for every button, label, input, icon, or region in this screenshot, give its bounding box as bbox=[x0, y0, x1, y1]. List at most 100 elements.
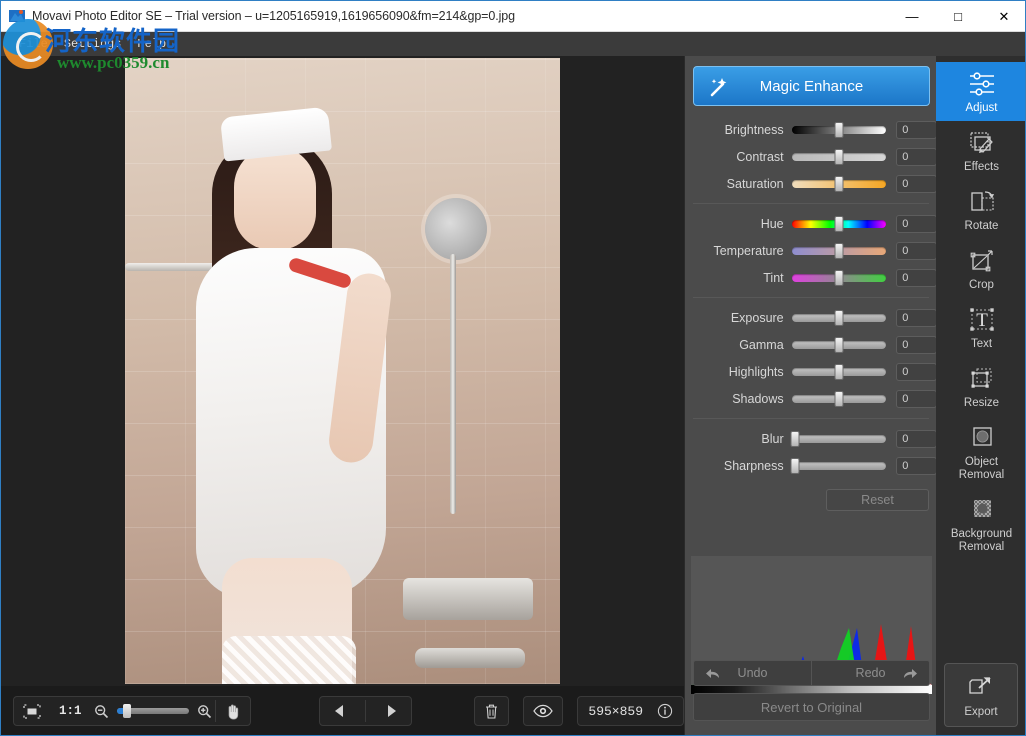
image-canvas[interactable] bbox=[1, 56, 684, 686]
slider-track[interactable] bbox=[791, 215, 887, 232]
slider-value[interactable]: 0 bbox=[896, 456, 937, 475]
undo-arrow-icon bbox=[704, 667, 721, 680]
slider-track[interactable] bbox=[791, 242, 887, 259]
export-button[interactable]: Export bbox=[944, 663, 1018, 727]
slider-highlights[interactable]: Highlights 0 bbox=[685, 358, 937, 385]
slider-track[interactable] bbox=[791, 148, 887, 165]
slider-track[interactable] bbox=[791, 363, 887, 380]
slider-hue[interactable]: Hue 0 bbox=[685, 210, 937, 237]
slider-value[interactable]: 0 bbox=[896, 389, 937, 408]
photo-subject-stockings bbox=[222, 636, 356, 684]
tool-text[interactable]: T Text bbox=[936, 298, 1025, 357]
slider-handle[interactable] bbox=[834, 363, 844, 380]
tool-resize[interactable]: Resize bbox=[936, 357, 1025, 416]
delete-button[interactable] bbox=[474, 696, 510, 726]
slider-value[interactable]: 0 bbox=[896, 214, 937, 233]
edited-photo[interactable] bbox=[125, 58, 560, 684]
slider-label: Temperature bbox=[713, 243, 784, 258]
slider-handle[interactable] bbox=[834, 390, 844, 407]
slider-group-divider bbox=[693, 418, 929, 419]
photo-subject bbox=[170, 88, 425, 684]
tool-effects[interactable]: Effects bbox=[936, 121, 1025, 180]
tool-crop[interactable]: Crop bbox=[936, 239, 1025, 298]
slider-track[interactable] bbox=[790, 430, 887, 447]
tool-object-removal[interactable]: Object Removal bbox=[936, 416, 1025, 488]
slider-group-divider bbox=[693, 203, 929, 204]
slider-shadows[interactable]: Shadows 0 bbox=[685, 385, 937, 412]
slider-value[interactable]: 0 bbox=[896, 268, 937, 287]
slider-handle[interactable] bbox=[834, 336, 844, 353]
slider-handle[interactable] bbox=[834, 215, 844, 232]
title-bar: Movavi Photo Editor SE – Trial version –… bbox=[1, 1, 1025, 32]
slider-handle[interactable] bbox=[834, 121, 844, 138]
zoom-out-icon[interactable] bbox=[91, 697, 112, 725]
tool-rotate[interactable]: Rotate bbox=[936, 180, 1025, 239]
resize-icon bbox=[965, 363, 999, 395]
slider-blur[interactable]: Blur 0 bbox=[685, 425, 937, 452]
minimize-button[interactable]: — bbox=[889, 1, 935, 32]
slider-handle[interactable] bbox=[834, 269, 844, 286]
magic-enhance-button[interactable]: Magic Enhance bbox=[693, 66, 930, 106]
fit-to-screen-icon[interactable] bbox=[14, 697, 50, 725]
maximize-button[interactable]: □ bbox=[935, 1, 981, 32]
hand-tool-icon[interactable] bbox=[216, 697, 250, 725]
slider-value[interactable]: 0 bbox=[896, 362, 937, 381]
slider-brightness[interactable]: Brightness 0 bbox=[685, 116, 937, 143]
slider-temperature[interactable]: Temperature 0 bbox=[685, 237, 937, 264]
zoom-slider[interactable] bbox=[116, 704, 189, 718]
slider-track[interactable] bbox=[791, 121, 887, 138]
slider-saturation[interactable]: Saturation 0 bbox=[685, 170, 937, 197]
zoom-in-icon[interactable] bbox=[194, 697, 215, 725]
info-icon[interactable] bbox=[657, 703, 673, 719]
slider-label: Hue bbox=[760, 216, 784, 231]
slider-value[interactable]: 0 bbox=[896, 174, 937, 193]
tool-background-removal[interactable]: Background Removal bbox=[936, 488, 1025, 560]
tool-label: Effects bbox=[964, 161, 999, 173]
reset-button[interactable]: Reset bbox=[826, 489, 929, 511]
photo-hose bbox=[450, 254, 456, 514]
redo-button[interactable]: Redo bbox=[812, 660, 930, 686]
slider-track[interactable] bbox=[791, 175, 887, 192]
slider-value[interactable]: 0 bbox=[896, 308, 937, 327]
preview-button[interactable] bbox=[523, 696, 564, 726]
slider-sharpness[interactable]: Sharpness 0 bbox=[685, 452, 937, 479]
slider-value[interactable]: 0 bbox=[896, 147, 937, 166]
tool-rail: Adjust Effects Rotate Crop T Text Resize… bbox=[936, 56, 1025, 735]
slider-value[interactable]: 0 bbox=[896, 335, 937, 354]
slider-value[interactable]: 0 bbox=[896, 429, 937, 448]
slider-track[interactable] bbox=[791, 269, 887, 286]
slider-handle[interactable] bbox=[834, 175, 844, 192]
delete-icon[interactable] bbox=[475, 697, 508, 725]
slider-track[interactable] bbox=[790, 457, 887, 474]
zoom-slider-handle[interactable] bbox=[122, 704, 131, 718]
slider-contrast[interactable]: Contrast 0 bbox=[685, 143, 937, 170]
previous-image-icon[interactable] bbox=[323, 697, 357, 725]
slider-gamma[interactable]: Gamma 0 bbox=[685, 331, 937, 358]
effects-brush-icon bbox=[965, 127, 999, 159]
slider-value[interactable]: 0 bbox=[896, 241, 937, 260]
tool-label: Background Removal bbox=[950, 528, 1013, 553]
slider-handle[interactable] bbox=[834, 148, 844, 165]
next-image-icon[interactable] bbox=[374, 697, 408, 725]
slider-track[interactable] bbox=[791, 336, 887, 353]
close-button[interactable]: ✕ bbox=[981, 1, 1025, 32]
slider-handle[interactable] bbox=[790, 457, 800, 474]
slider-track[interactable] bbox=[791, 309, 887, 326]
tool-adjust[interactable]: Adjust bbox=[936, 62, 1025, 121]
revert-to-original-button[interactable]: Revert to Original bbox=[693, 693, 930, 721]
slider-value[interactable]: 0 bbox=[896, 120, 937, 139]
preview-eye-icon[interactable] bbox=[524, 697, 562, 725]
slider-track[interactable] bbox=[791, 390, 887, 407]
export-icon bbox=[964, 672, 998, 704]
window-title: Movavi Photo Editor SE – Trial version –… bbox=[32, 9, 515, 23]
slider-handle[interactable] bbox=[834, 242, 844, 259]
menu-item-help[interactable]: Help bbox=[129, 35, 174, 53]
photo-subject-face bbox=[234, 146, 316, 250]
slider-tint[interactable]: Tint 0 bbox=[685, 264, 937, 291]
slider-exposure[interactable]: Exposure 0 bbox=[685, 304, 937, 331]
slider-handle[interactable] bbox=[790, 430, 800, 447]
slider-handle[interactable] bbox=[834, 309, 844, 326]
menu-item-file[interactable]: File bbox=[11, 35, 56, 53]
undo-button[interactable]: Undo bbox=[693, 660, 812, 686]
menu-item-settings[interactable]: Settings bbox=[56, 35, 130, 53]
